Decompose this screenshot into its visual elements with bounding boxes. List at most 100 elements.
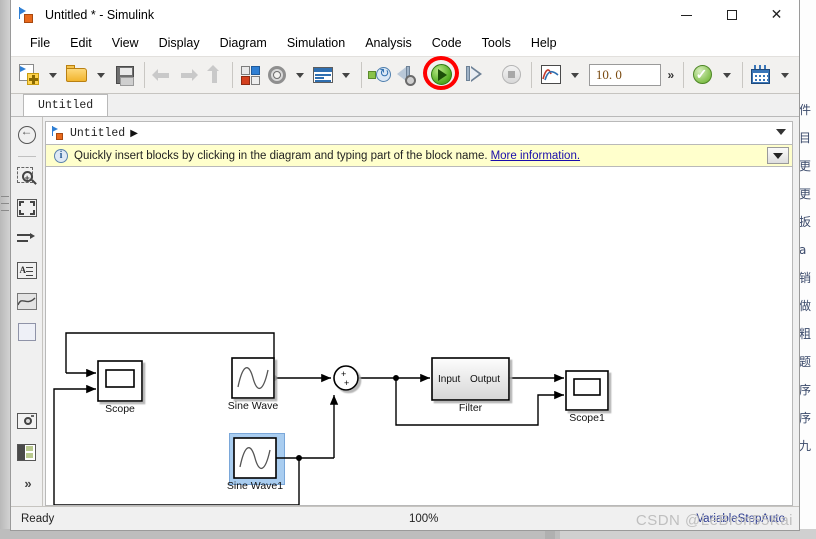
build-model-dropdown[interactable] <box>775 60 795 90</box>
model-configuration-dropdown[interactable] <box>290 60 310 90</box>
menu-file[interactable]: File <box>21 33 59 53</box>
background-right-panel: 件 目 更 更 扳 a 销 做 粗 题 序 序 九 <box>798 0 816 539</box>
back-circle-icon <box>17 124 36 144</box>
info-bar-dismiss-button[interactable] <box>767 147 789 164</box>
chevron-down-icon <box>570 72 579 78</box>
sidebar-item-zoom[interactable]: + <box>14 164 40 190</box>
minimize-button[interactable] <box>664 0 709 30</box>
sidebar-item-area[interactable] <box>14 319 40 345</box>
menu-edit[interactable]: Edit <box>61 33 101 53</box>
update-model-button[interactable] <box>366 60 394 90</box>
menu-bar: File Edit View Display Diagram Simulatio… <box>11 30 799 56</box>
document-tab-strip: Untitled <box>11 94 799 117</box>
model-canvas[interactable]: + + Input Output Scope Sine Wave Sine Wa… <box>45 167 793 506</box>
fit-to-view-icon <box>16 199 37 217</box>
zoom-level[interactable]: 100% <box>409 513 438 525</box>
model-explorer-dropdown[interactable] <box>336 60 356 90</box>
close-icon: ✕ <box>770 7 783 23</box>
model-explorer-button[interactable] <box>310 60 336 90</box>
sidebar-item-annotation[interactable]: A <box>14 257 40 283</box>
run-icon <box>427 62 457 88</box>
canvas-toolstrip: + <box>11 117 43 506</box>
check-circle-icon: ✓ <box>691 64 715 86</box>
toolbar-overflow-button[interactable]: » <box>661 68 678 82</box>
tab-untitled[interactable]: Untitled <box>23 94 109 116</box>
save-model-button[interactable] <box>111 60 139 90</box>
signal-arrows-icon <box>16 231 37 247</box>
step-forward-button[interactable] <box>462 60 490 90</box>
up-to-parent-button[interactable] <box>201 60 227 90</box>
simulation-data-inspector-button[interactable] <box>537 60 565 90</box>
chevron-down-icon <box>49 72 57 78</box>
breadcrumb-separator-icon: ▶ <box>130 127 138 139</box>
svg-text:Input: Input <box>438 374 460 385</box>
block-label-sine-wave1: Sine Wave1 <box>226 480 284 492</box>
simulation-stop-time-input[interactable]: 10. 0 <box>588 64 662 86</box>
simulation-data-inspector-dropdown[interactable] <box>565 60 585 90</box>
background-left-lines <box>1 196 9 218</box>
sidebar-divider <box>17 156 36 157</box>
menu-code[interactable]: Code <box>423 33 471 53</box>
step-back-icon <box>396 64 420 86</box>
zoom-in-icon: + <box>16 167 37 187</box>
chevron-down-icon <box>341 72 350 78</box>
new-model-button[interactable] <box>15 60 43 90</box>
breadcrumb-label[interactable]: Untitled <box>70 127 125 140</box>
toolbar: 10. 0 » ✓ <box>11 56 799 94</box>
back-button[interactable] <box>149 60 175 90</box>
step-back-button[interactable] <box>394 60 422 90</box>
model-canvas-wrapper: + + Input Output Scope Sine Wave Sine Wa… <box>45 167 793 506</box>
chevron-down-icon <box>295 72 304 78</box>
sidebar-item-signal-viewer[interactable] <box>14 288 40 314</box>
sidebar-item-signal-routing[interactable] <box>14 226 40 252</box>
close-button[interactable]: ✕ <box>754 0 799 30</box>
up-arrow-icon <box>203 64 225 86</box>
svg-text:+: + <box>344 378 349 388</box>
new-model-icon <box>17 63 41 87</box>
block-diagram-svg: + + Input Output <box>53 332 609 505</box>
sidebar-item-fit-to-view[interactable] <box>14 195 40 221</box>
chevron-down-icon <box>773 152 783 159</box>
sidebar-item-navigate-back[interactable] <box>14 122 40 148</box>
menu-display[interactable]: Display <box>150 33 209 53</box>
screen: 件 目 更 更 扳 a 销 做 粗 题 序 序 九 Untitled * - S… <box>0 0 816 539</box>
open-model-dropdown[interactable] <box>91 60 111 90</box>
back-arrow-icon <box>151 64 173 86</box>
svg-text:Output: Output <box>470 374 500 385</box>
library-browser-button[interactable] <box>238 60 264 90</box>
menu-simulation[interactable]: Simulation <box>278 33 354 53</box>
build-model-button[interactable] <box>747 60 775 90</box>
build-model-icon <box>749 64 773 86</box>
forward-button[interactable] <box>175 60 201 90</box>
more-information-link[interactable]: More information. <box>491 150 580 162</box>
block-label-scope1: Scope1 <box>569 412 605 424</box>
breadcrumb-dropdown-icon[interactable] <box>776 129 786 135</box>
model-configuration-button[interactable] <box>264 60 290 90</box>
sidebar-item-panes[interactable] <box>14 439 40 465</box>
simulink-model-icon <box>19 6 37 24</box>
open-model-icon <box>65 63 89 87</box>
menu-tools[interactable]: Tools <box>473 33 520 53</box>
chevron-down-icon <box>97 72 105 78</box>
area-box-icon <box>17 323 36 341</box>
info-bar-text: Quickly insert blocks by clicking in the… <box>74 149 488 162</box>
workspace: + <box>11 117 799 506</box>
forward-arrow-icon <box>177 64 199 86</box>
model-advisor-dropdown[interactable] <box>717 60 737 90</box>
run-button[interactable] <box>423 56 460 90</box>
info-icon: i <box>54 148 68 163</box>
menu-view[interactable]: View <box>103 33 148 53</box>
maximize-button[interactable] <box>709 0 754 30</box>
new-model-dropdown[interactable] <box>43 60 63 90</box>
model-advisor-button[interactable]: ✓ <box>689 60 717 90</box>
menu-help[interactable]: Help <box>522 33 566 53</box>
menu-analysis[interactable]: Analysis <box>356 33 421 53</box>
stop-button[interactable] <box>498 60 526 90</box>
background-left-edge <box>0 0 10 539</box>
sidebar-item-more-tools[interactable]: » <box>14 470 40 496</box>
gear-icon <box>266 64 288 86</box>
open-model-button[interactable] <box>63 60 91 90</box>
chevron-down-icon <box>781 72 790 78</box>
menu-diagram[interactable]: Diagram <box>211 33 276 53</box>
sidebar-item-screenshot[interactable] <box>14 408 40 434</box>
